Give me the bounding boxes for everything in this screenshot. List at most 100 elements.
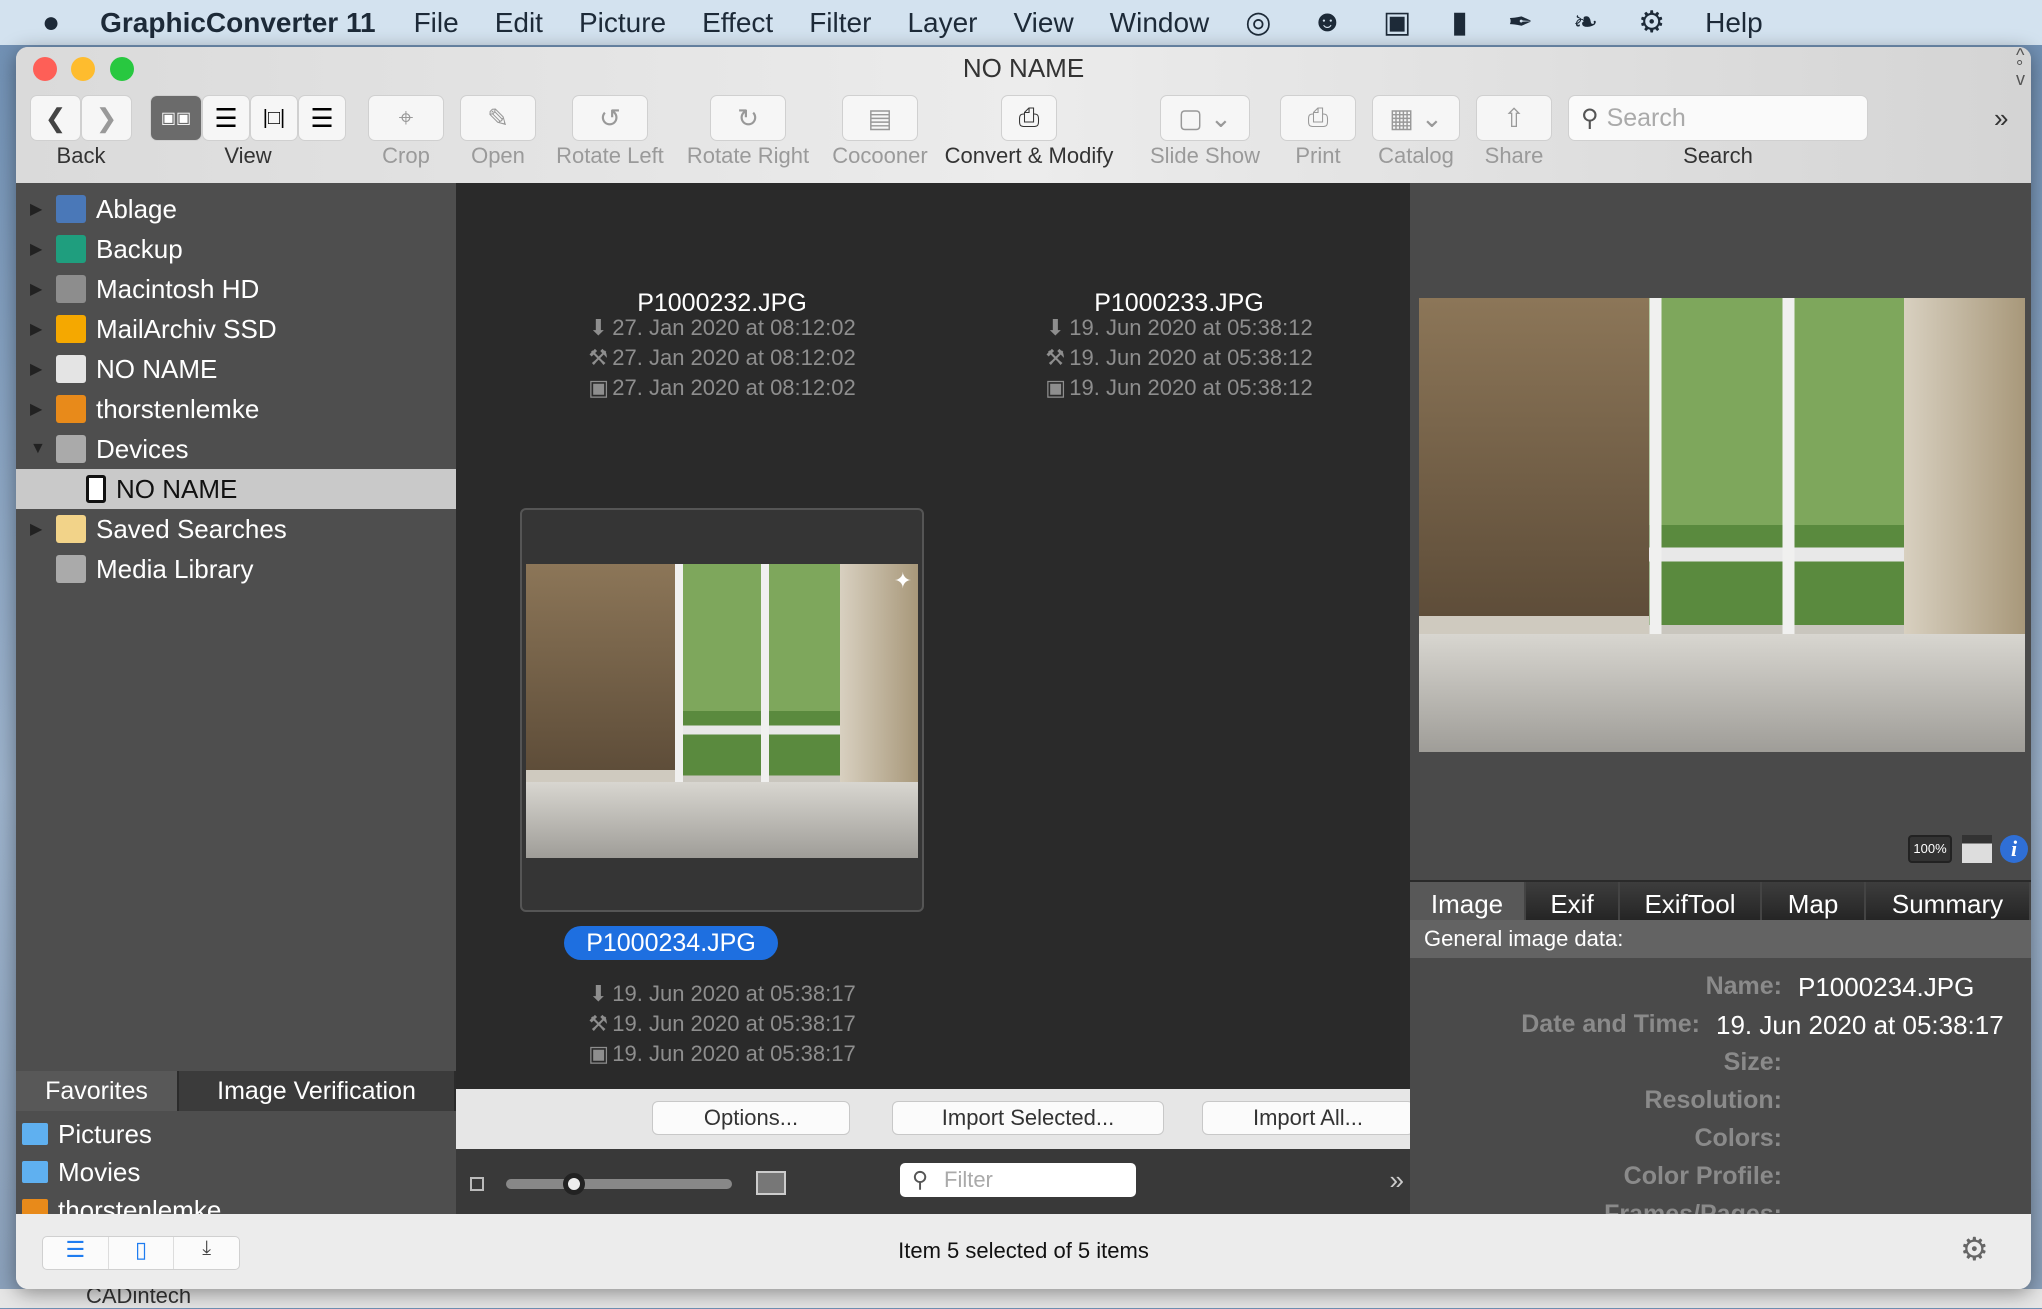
share-button[interactable]: ⇧ bbox=[1476, 95, 1552, 141]
sidebar-item[interactable]: Media Library bbox=[16, 549, 456, 589]
view-grid-button[interactable]: ▣▣ bbox=[150, 95, 202, 141]
histogram-icon[interactable] bbox=[1962, 835, 1992, 863]
menu-edit[interactable]: Edit bbox=[495, 7, 543, 39]
menu-view[interactable]: View bbox=[1013, 7, 1073, 39]
download-icon: ⬇ bbox=[1046, 315, 1065, 340]
tab-exif[interactable]: Exif bbox=[1526, 882, 1620, 920]
tab-summary[interactable]: Summary bbox=[1866, 882, 2031, 920]
disclosure-open-icon[interactable]: ▼ bbox=[30, 440, 52, 458]
file-name[interactable]: P1000233.JPG bbox=[959, 289, 1399, 318]
menu-window[interactable]: Window bbox=[1110, 7, 1210, 39]
target-icon[interactable]: ◎ bbox=[1245, 5, 1271, 40]
sidebar-item[interactable]: ▶ Ablage bbox=[16, 189, 456, 229]
view-list-button[interactable]: ☰ bbox=[202, 95, 250, 141]
person-icon[interactable]: ☻ bbox=[1311, 5, 1343, 40]
small-image-icon[interactable] bbox=[470, 1177, 484, 1191]
sidebar-item[interactable]: ▶ MailArchiv SSD bbox=[16, 309, 456, 349]
gear-icon[interactable]: ⚙ bbox=[1638, 5, 1665, 40]
menu-file[interactable]: File bbox=[414, 7, 459, 39]
menu-layer[interactable]: Layer bbox=[907, 7, 977, 39]
favorite-item[interactable]: Movies bbox=[16, 1153, 456, 1191]
favorite-label: Pictures bbox=[58, 1118, 152, 1149]
overflow-icon[interactable]: » bbox=[1390, 1165, 1404, 1196]
zoom-100-button[interactable]: 100% bbox=[1908, 835, 1952, 863]
tab-image-verification[interactable]: Image Verification bbox=[179, 1071, 456, 1111]
selected-file-name[interactable]: P1000234.JPG bbox=[564, 926, 778, 960]
sidebar-item[interactable]: ▶ Macintosh HD bbox=[16, 269, 456, 309]
convert-modify-label: Convert & Modify bbox=[944, 143, 1114, 168]
search-label: Search bbox=[1683, 143, 1753, 168]
sidebar: ▶ Ablage ▶ Backup ▶ Macintosh HD ▶ MailArchiv S… bbox=[16, 183, 456, 1225]
tab-exiftool[interactable]: ExifTool bbox=[1620, 882, 1762, 920]
tab-map[interactable]: Map bbox=[1762, 882, 1866, 920]
filter-input[interactable]: ⚲ Filter bbox=[900, 1163, 1136, 1197]
sidebar-item-label: MailArchiv SSD bbox=[96, 313, 277, 344]
disclosure-icon[interactable]: ▶ bbox=[30, 199, 52, 219]
disclosure-icon[interactable]: ▶ bbox=[30, 319, 52, 339]
sidebar-item[interactable]: ▶ NO NAME bbox=[16, 349, 456, 389]
camera-icon[interactable]: ▣ bbox=[1383, 5, 1411, 40]
open-button[interactable]: ✎ bbox=[460, 95, 536, 141]
toolbar-overflow-icon[interactable]: » bbox=[1994, 103, 2008, 134]
forward-button[interactable]: ❯ bbox=[81, 95, 132, 141]
back-button[interactable]: ❮ bbox=[30, 95, 81, 141]
sidebar-item[interactable]: NO NAME bbox=[16, 469, 456, 509]
rotate-right-button[interactable]: ↻ bbox=[710, 95, 786, 141]
view-filmstrip-button[interactable]: |□| bbox=[250, 95, 298, 141]
menu-filter[interactable]: Filter bbox=[809, 7, 871, 39]
network-drive-icon bbox=[56, 195, 86, 223]
options-button[interactable]: Options... bbox=[652, 1101, 850, 1135]
filter-placeholder: Filter bbox=[944, 1167, 993, 1192]
disclosure-icon[interactable]: ▶ bbox=[30, 279, 52, 299]
sidebar-item-label: thorstenlemke bbox=[96, 393, 260, 424]
file-date-text: 19. Jun 2020 at 05:38:12 bbox=[1069, 315, 1313, 340]
file-date: ▣ 27. Jan 2020 at 08:12:02 bbox=[502, 375, 942, 401]
disclosure-icon[interactable]: ▶ bbox=[30, 239, 52, 259]
sidebar-item[interactable]: ▶ Backup bbox=[16, 229, 456, 269]
thumbnail-image bbox=[526, 564, 918, 858]
rotate-left-button[interactable]: ↺ bbox=[572, 95, 648, 141]
sd-card-icon bbox=[86, 475, 106, 503]
favorite-item[interactable]: Pictures bbox=[16, 1115, 456, 1153]
disclosure-icon[interactable]: ▶ bbox=[30, 399, 52, 419]
sidebar-item[interactable]: ▼ Devices bbox=[16, 429, 456, 469]
convert-modify-button[interactable]: ⎙ bbox=[1001, 95, 1057, 141]
convert-icon: ⎙ bbox=[1018, 102, 1040, 132]
clipboard-icon[interactable]: ▮ bbox=[1451, 5, 1468, 40]
search-input[interactable]: ⚲ Search bbox=[1568, 95, 1868, 141]
import-selected-button[interactable]: Import Selected... bbox=[892, 1101, 1164, 1135]
catalog-button[interactable]: ▦ ⌄ bbox=[1372, 95, 1460, 141]
menu-effect[interactable]: Effect bbox=[702, 7, 773, 39]
tab-image[interactable]: Image bbox=[1410, 882, 1526, 920]
open-icon: ✎ bbox=[487, 102, 509, 133]
sidebar-item-label: Backup bbox=[96, 233, 183, 264]
settings-gear-icon[interactable]: ⚙ bbox=[1960, 1230, 1989, 1268]
disclosure-icon[interactable]: ▶ bbox=[30, 519, 52, 539]
apple-icon[interactable]: ● bbox=[42, 6, 60, 40]
large-image-icon[interactable] bbox=[756, 1171, 786, 1195]
leaf-icon[interactable]: ❧ bbox=[1573, 5, 1598, 40]
cocooner-button[interactable]: ▤ bbox=[842, 95, 918, 141]
crop-button[interactable]: ⌖ bbox=[368, 95, 444, 141]
thumbnail-size-slider[interactable] bbox=[506, 1179, 732, 1189]
pin-icon[interactable]: ✒ bbox=[1508, 5, 1533, 40]
sidebar-item[interactable]: ▶ Saved Searches bbox=[16, 509, 456, 549]
disclosure-icon[interactable]: ▶ bbox=[30, 359, 52, 379]
tab-favorites[interactable]: Favorites bbox=[16, 1071, 179, 1111]
sidebar-item[interactable]: ▶ thorstenlemke bbox=[16, 389, 456, 429]
menu-app-name[interactable]: GraphicConverter 11 bbox=[100, 7, 375, 39]
info-icon[interactable]: i bbox=[2000, 835, 2028, 863]
thumbnail-selected[interactable]: ✦ bbox=[520, 508, 924, 912]
file-name[interactable]: P1000232.JPG bbox=[502, 289, 942, 318]
slide-show-button[interactable]: ▢ ⌄ bbox=[1160, 95, 1250, 141]
menu-picture[interactable]: Picture bbox=[579, 7, 666, 39]
slider-knob[interactable] bbox=[562, 1173, 585, 1195]
search-icon: ⚲ bbox=[912, 1167, 929, 1192]
favorite-label: Movies bbox=[58, 1156, 141, 1187]
import-all-button[interactable]: Import All... bbox=[1202, 1101, 1414, 1135]
pin-icon[interactable]: ✦ bbox=[894, 568, 912, 594]
menu-help[interactable]: Help bbox=[1705, 7, 1763, 39]
print-button[interactable]: ⎙ bbox=[1280, 95, 1356, 141]
window-scroll-arrows-icon[interactable]: ^ ° v bbox=[2016, 47, 2025, 88]
view-details-button[interactable]: ☰ bbox=[298, 95, 346, 141]
